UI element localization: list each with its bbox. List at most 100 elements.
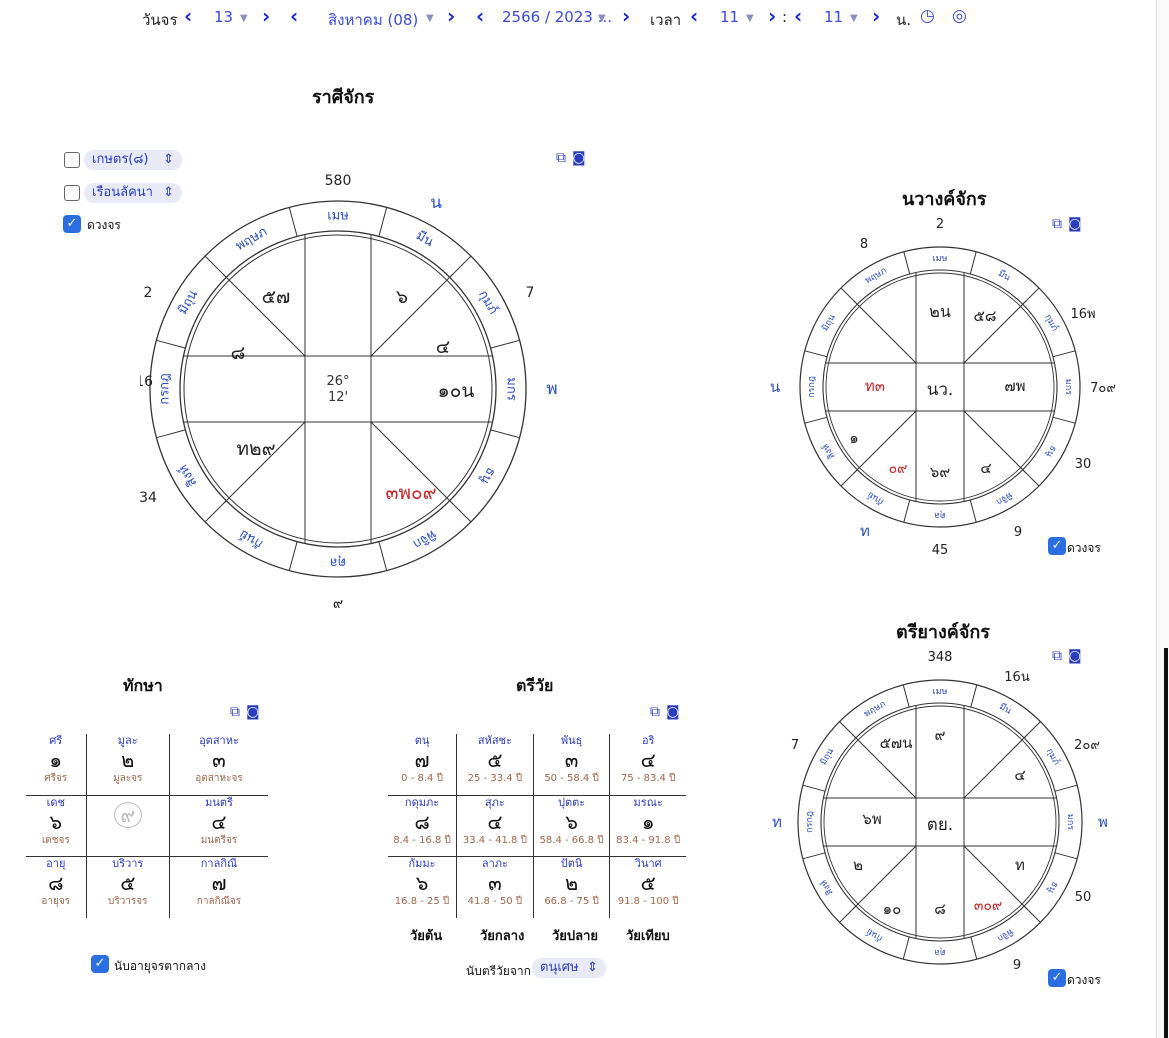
- cell-name: ปัตนิ: [560, 857, 583, 871]
- external-link-icon[interactable]: ⧉: [230, 704, 246, 720]
- chevron-down-icon[interactable]: ▼: [240, 13, 248, 24]
- house-planets: ๓๐๙: [974, 898, 1002, 914]
- outer-label: 7๐๙: [1090, 381, 1116, 396]
- triyang-transit-checkbox[interactable]: ✓: [1048, 969, 1066, 987]
- cell-number: ๙: [113, 801, 142, 828]
- grid-cell: เดช๖เดชจร: [26, 794, 87, 858]
- sign-divider: [378, 207, 388, 237]
- triyang-transit-label: ดวงจร: [1067, 973, 1101, 987]
- cell-name: สุภะ: [484, 795, 505, 809]
- zodiac-sign-label: ตุล: [330, 555, 346, 570]
- month-select[interactable]: สิงหาคม (08): [328, 8, 418, 32]
- year-select[interactable]: 2566 / 2023 ...: [502, 8, 612, 26]
- grid-cell: สุภะ๔ 33.4 - 41.8 ปี: [456, 794, 534, 858]
- rasi-title: ราศีจักร: [312, 87, 375, 108]
- house-planets: ๑: [849, 429, 859, 447]
- outer-label: 34: [140, 490, 157, 506]
- outer-label: พ: [546, 379, 557, 399]
- house-planets: ๘: [231, 342, 246, 364]
- hour-select[interactable]: 11: [720, 8, 739, 26]
- sign-divider: [490, 339, 520, 349]
- chevron-down-icon[interactable]: ▼: [746, 13, 754, 24]
- cell-subtext: ศรีจร: [44, 773, 68, 784]
- grid-cell: ปุตตะ๖ 58.4 - 66.8 ปี: [532, 794, 611, 858]
- zodiac-sign-label: กันย์: [865, 489, 886, 508]
- minute-next-button[interactable]: ›: [872, 4, 880, 28]
- zodiac-sign-label: พิจิก: [994, 489, 1014, 507]
- cell-name: กาลกิณี: [200, 857, 238, 871]
- cell-subtext: บริวารจร: [107, 896, 148, 908]
- sign-divider: [802, 784, 826, 792]
- outer-label: น: [770, 378, 780, 396]
- day-select[interactable]: 13: [214, 8, 233, 26]
- zodiac-sign-label: กันย์: [864, 926, 885, 945]
- cell-subtext: 33.4 - 41.8 ปี: [462, 834, 527, 846]
- clock-icon[interactable]: ◷: [920, 6, 935, 26]
- hour-prev-button[interactable]: ‹: [690, 4, 698, 28]
- camera-icon[interactable]: ◙: [246, 704, 266, 720]
- house-planets: ๔: [980, 459, 991, 477]
- zodiac-sign-label: มีน: [996, 268, 1012, 284]
- month-prev-button[interactable]: ‹: [290, 4, 298, 28]
- navang-transit-checkbox[interactable]: ✓: [1048, 537, 1066, 555]
- camera-icon[interactable]: ◙: [572, 150, 592, 166]
- age-range-label: วัยปลาย: [552, 929, 599, 944]
- house-checkbox[interactable]: [64, 185, 80, 201]
- month-next-button[interactable]: ›: [447, 4, 455, 28]
- day-next-button[interactable]: ›: [262, 4, 270, 28]
- time-unit-label: น.: [896, 11, 912, 29]
- year-next-button[interactable]: ›: [622, 4, 630, 28]
- sign-divider: [903, 499, 911, 523]
- cell-number: ๑: [49, 748, 63, 772]
- sign-divider: [1052, 350, 1076, 358]
- minute-select[interactable]: 11: [824, 8, 843, 26]
- house-planets: ท๓: [865, 377, 885, 395]
- triwai-grid: ตนุ๗ 0 - 8.4 ปี สหัสชะ๕ 25 - 33.4 ปี พันธุ๓ 5…: [388, 734, 686, 918]
- external-link-icon[interactable]: ⧉: [556, 150, 572, 166]
- chevron-down-icon[interactable]: ▼: [426, 13, 434, 24]
- house-planets: ๓พ๐๙: [385, 482, 436, 504]
- zodiac-sign-label: กุมภ์: [475, 287, 501, 317]
- zodiac-sign-label: ตุล: [934, 947, 945, 957]
- cell-number: ๕: [487, 748, 503, 772]
- cell-subtext: เดชจร: [41, 834, 70, 846]
- target-icon[interactable]: ◎: [952, 6, 967, 26]
- zodiac-sign-label: ตุล: [934, 510, 945, 520]
- chevron-down-icon[interactable]: ▼: [598, 13, 606, 24]
- outer-label: 30: [1075, 457, 1092, 472]
- navang-transit-label: ดวงจร: [1067, 541, 1101, 555]
- zodiac-sign-label: มีน: [413, 227, 436, 250]
- hour-next-button[interactable]: ›: [768, 4, 776, 28]
- transit-checkbox[interactable]: ✓: [63, 215, 81, 233]
- cell-subtext: 25 - 33.4 ปี: [467, 773, 523, 784]
- day-prev-button[interactable]: ‹: [184, 4, 192, 28]
- cell-subtext: 91.8 - 100 ปี: [617, 896, 679, 908]
- cell-name: วินาศ: [634, 857, 662, 871]
- sign-divider: [969, 251, 977, 275]
- grid-cell: มนตรี๔มนตรีจร: [168, 794, 268, 858]
- outer-label: ๙: [333, 596, 343, 612]
- sign-divider: [288, 207, 298, 237]
- star-select[interactable]: เกษตร(๘) ⇕: [84, 150, 182, 170]
- triwai-select[interactable]: ตนุเศษ ⇕: [532, 958, 606, 978]
- outer-label: ท: [860, 522, 870, 540]
- year-prev-button[interactable]: ‹: [476, 4, 484, 28]
- cell-name: มูละ: [117, 734, 138, 747]
- minute-prev-button[interactable]: ‹: [794, 4, 802, 28]
- age-checkbox-label: นับอายุจรตากลาง: [114, 959, 207, 973]
- cell-number: ๖: [415, 871, 429, 896]
- triyang-title: ตรียางค์จักร: [896, 622, 990, 643]
- camera-icon[interactable]: ◙: [666, 704, 686, 720]
- zodiac-sign-label: ธนู: [477, 464, 498, 486]
- cell-name: อายุ: [46, 857, 66, 871]
- star-checkbox[interactable]: [64, 152, 80, 168]
- external-link-icon[interactable]: ⧉: [650, 704, 666, 720]
- age-checkbox[interactable]: ✓: [91, 955, 109, 973]
- chevron-down-icon[interactable]: ▼: [850, 13, 858, 24]
- cell-subtext: 41.8 - 50 ปี: [467, 896, 523, 908]
- sign-divider: [1054, 784, 1078, 792]
- cell-number: ๖: [565, 809, 578, 834]
- grid-cell: วินาศ๕ 91.8 - 100 ปี: [609, 856, 686, 918]
- zodiac-sign-label: สิงห์: [819, 442, 837, 462]
- scrollbar[interactable]: [1156, 0, 1169, 1038]
